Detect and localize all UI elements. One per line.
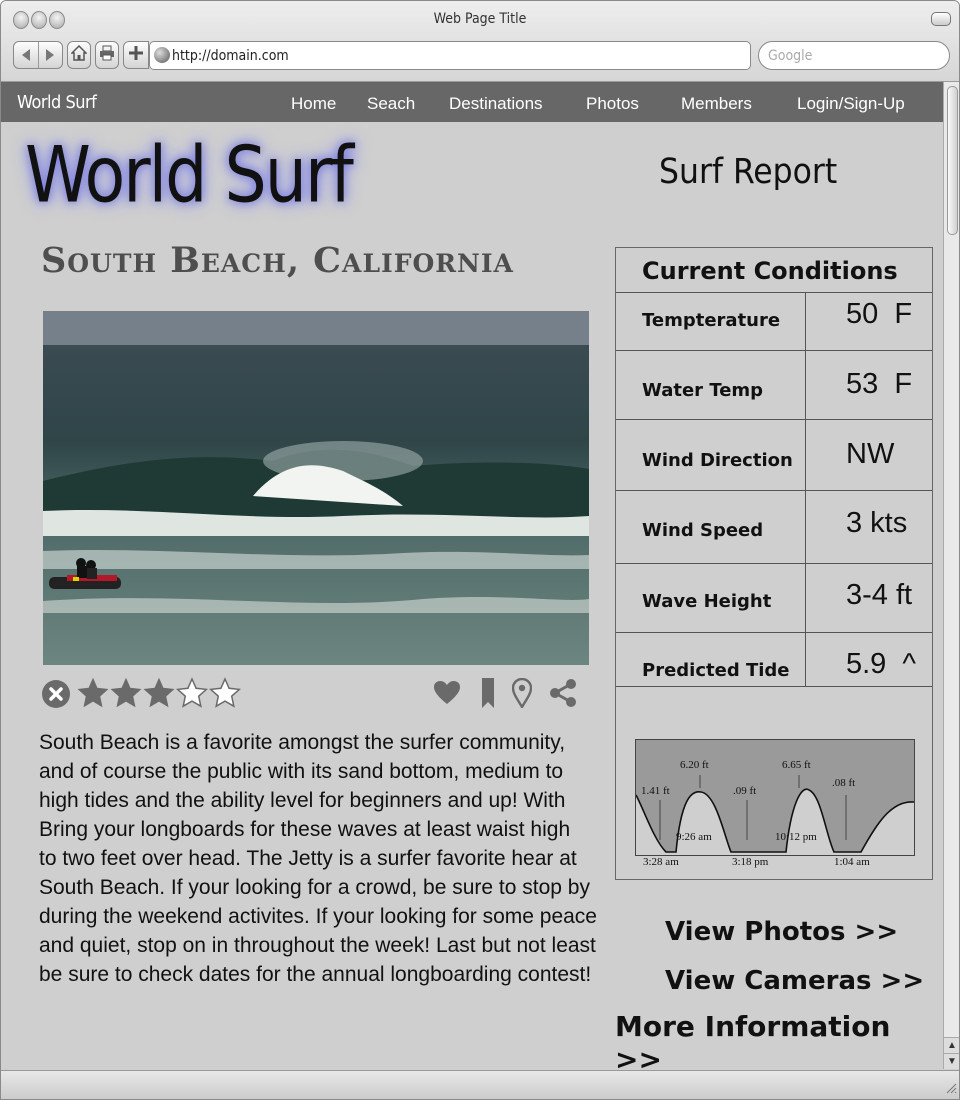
condition-value: 50 F xyxy=(846,298,913,330)
description-line: high tides and the ability level for beg… xyxy=(39,789,566,812)
description-line: Bring your longboards for these waves at… xyxy=(39,818,571,841)
browser-search-input[interactable]: Google xyxy=(758,41,950,70)
navbar-brand[interactable]: World Surf xyxy=(17,92,97,113)
conditions-header: Current Conditions xyxy=(616,248,932,293)
tide-peak-label: .09 ft xyxy=(733,785,757,797)
nav-item-photos[interactable]: Photos xyxy=(586,94,639,114)
condition-label: Wind Speed xyxy=(642,520,764,541)
location-pin-icon[interactable] xyxy=(511,677,533,713)
tide-peak-label: .08 ft xyxy=(832,777,856,789)
bookmark-icon[interactable] xyxy=(481,677,495,714)
conditions-panel: Current Conditions Tempterature 50 F Wat… xyxy=(615,247,933,880)
browser-window: Web Page Title http://domain.com Google … xyxy=(0,0,960,1100)
condition-value: 3-4 ft xyxy=(846,579,913,611)
share-icon[interactable] xyxy=(549,678,577,713)
rating-star-4[interactable] xyxy=(176,677,208,709)
condition-row-wave-height: Wave Height 3-4 ft xyxy=(616,564,932,633)
rating-star-2[interactable] xyxy=(110,677,142,709)
description-line: be sure to check dates for the annual lo… xyxy=(39,963,592,986)
tide-inner-label: 10:12 pm xyxy=(775,831,817,843)
condition-row-water-temp: Water Temp 53 F xyxy=(616,351,932,420)
location-heading: South Beach, California xyxy=(41,240,514,281)
condition-value: 53 F xyxy=(846,368,913,400)
rating-bar xyxy=(41,677,591,712)
nav-item-search[interactable]: Seach xyxy=(367,94,415,114)
home-icon xyxy=(70,44,88,66)
description-line: South Beach. If your looking for a crowd… xyxy=(39,876,590,899)
rating-star-5[interactable] xyxy=(209,677,241,709)
scroll-down-arrow-icon[interactable]: ▼ xyxy=(944,1053,959,1069)
home-button[interactable] xyxy=(67,41,91,69)
tide-time-label: 1:04 am xyxy=(834,856,870,868)
condition-row-wind-direction: Wind Direction NW xyxy=(616,420,932,491)
forward-icon[interactable] xyxy=(39,42,63,68)
description-line: to two feet over head. The Jetty is a su… xyxy=(39,847,577,870)
view-photos-link[interactable]: View Photos >> xyxy=(665,917,898,947)
beach-description: South Beach is a favorite amongst the su… xyxy=(39,728,609,989)
surf-report-title: Surf Report xyxy=(659,152,838,192)
nav-item-members[interactable]: Members xyxy=(681,94,752,114)
description-line: South Beach is a favorite amongst the su… xyxy=(39,731,566,754)
page-content: World Surf South Beach, California South… xyxy=(1,122,943,1076)
condition-row-temperature: Tempterature 50 F xyxy=(616,293,932,351)
rating-star-3[interactable] xyxy=(143,677,175,709)
tide-peak-label: 6.65 ft xyxy=(782,759,811,771)
search-placeholder: Google xyxy=(768,48,813,64)
view-cameras-link[interactable]: View Cameras >> xyxy=(665,966,924,996)
description-line: during the weekend activites. If your lo… xyxy=(39,905,597,928)
tide-peak-label: 1.41 ft xyxy=(641,785,670,797)
condition-value: NW xyxy=(846,438,895,470)
nav-item-home[interactable]: Home xyxy=(291,94,336,114)
back-icon[interactable] xyxy=(14,42,39,68)
description-line: and of course the public with its sand b… xyxy=(39,760,564,783)
address-bar[interactable]: http://domain.com xyxy=(149,41,751,70)
add-bookmark-button[interactable] xyxy=(123,41,149,69)
heart-icon[interactable] xyxy=(433,679,461,712)
condition-row-predicted-tide: Predicted Tide 5.9 ^ xyxy=(616,633,932,687)
window-title: Web Page Title xyxy=(433,11,527,27)
condition-label: Tempterature xyxy=(642,310,781,331)
condition-row-wind-speed: Wind Speed 3 kts xyxy=(616,491,932,564)
print-icon xyxy=(99,45,115,66)
tide-chart: 1.41 ft 6.20 ft .09 ft 6.65 ft .08 ft 9:… xyxy=(635,739,915,856)
tide-time-label: 3:28 am xyxy=(643,856,679,868)
resize-grip-icon[interactable] xyxy=(945,1081,957,1099)
site-logo: World Surf xyxy=(25,129,354,221)
scrollbar-thumb[interactable] xyxy=(947,86,958,235)
nav-item-destinations[interactable]: Destinations xyxy=(449,94,543,114)
condition-value: 5.9 ^ xyxy=(846,648,917,680)
nav-item-login-signup[interactable]: Login/Sign-Up xyxy=(797,94,905,114)
address-bar-text: http://domain.com xyxy=(172,48,289,64)
rating-star-1[interactable] xyxy=(77,677,109,709)
browser-titlebar: Web Page Title http://domain.com Google xyxy=(1,1,959,82)
condition-label: Predicted Tide xyxy=(642,660,790,681)
globe-icon xyxy=(154,47,170,63)
tide-time-label: 3:18 pm xyxy=(732,856,769,868)
browser-statusbar xyxy=(1,1070,959,1099)
scroll-up-arrow-icon[interactable]: ▲ xyxy=(944,1037,959,1053)
tide-inner-label: 9:26 am xyxy=(676,831,712,843)
surf-photo xyxy=(43,311,589,665)
vertical-scrollbar[interactable]: ▲ ▼ xyxy=(943,82,959,1069)
print-button[interactable] xyxy=(95,41,119,69)
description-line: and quiet, stop on in throughout the wee… xyxy=(39,934,596,957)
back-forward-group xyxy=(13,41,63,69)
conditions-title: Current Conditions xyxy=(642,257,898,285)
more-information-link[interactable]: More Information >> xyxy=(615,1010,943,1076)
condition-value: 3 kts xyxy=(846,507,908,539)
toolbar-toggle-button[interactable] xyxy=(931,12,951,26)
site-navbar: World Surf Home Seach Destinations Photo… xyxy=(1,82,943,122)
tide-peak-label: 6.20 ft xyxy=(680,759,709,771)
condition-label: Wind Direction xyxy=(642,450,793,471)
condition-label: Water Temp xyxy=(642,380,764,401)
add-bookmark-icon xyxy=(129,45,143,65)
clear-rating-icon[interactable] xyxy=(41,679,71,714)
condition-label: Wave Height xyxy=(642,591,772,612)
